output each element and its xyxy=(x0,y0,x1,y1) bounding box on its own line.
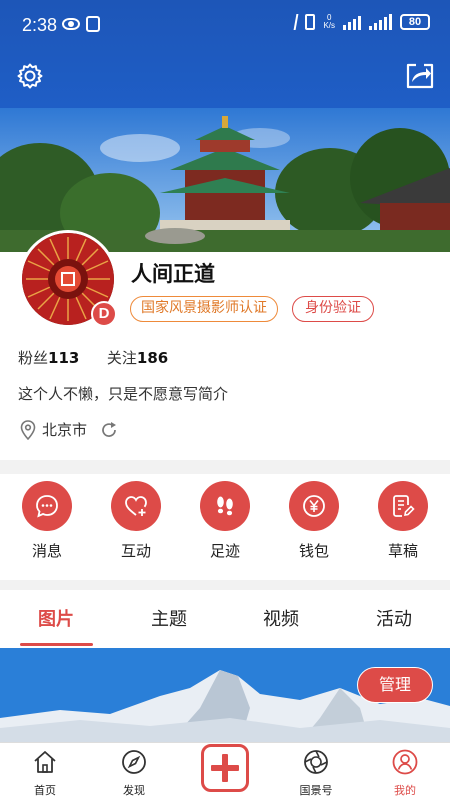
net-speed-unit: K/s xyxy=(323,21,335,30)
add-button[interactable] xyxy=(201,744,249,792)
following-label: 关注 xyxy=(106,349,137,367)
follow-stats: 粉丝113 关注186 xyxy=(18,347,168,368)
footprint-icon xyxy=(200,481,250,531)
profile-page: 2:38 0 K/s 80 D 人间正道 国家风景摄影师认证 身份验证 粉丝11… xyxy=(0,0,450,800)
identity-verify-button[interactable]: 身份验证 xyxy=(292,296,374,322)
tab-topics[interactable]: 主题 xyxy=(129,605,209,631)
yen-coin-icon xyxy=(289,481,339,531)
status-right: 0 K/s 80 xyxy=(286,14,430,30)
user-icon xyxy=(392,749,418,775)
tab-videos[interactable]: 视频 xyxy=(241,605,321,631)
location-pin-icon xyxy=(20,419,36,440)
net-speed: 0 K/s xyxy=(323,14,335,30)
action-draft[interactable]: 草稿 xyxy=(368,481,438,561)
nav-guojing[interactable]: 国景号 xyxy=(286,749,346,798)
section-divider xyxy=(0,460,450,474)
gear-icon[interactable] xyxy=(16,62,44,90)
tab-photos[interactable]: 图片 xyxy=(16,605,96,631)
compass-icon xyxy=(122,750,146,774)
action-footprint[interactable]: 足迹 xyxy=(190,481,260,561)
signal-icon xyxy=(343,14,361,30)
status-bar: 2:38 0 K/s 80 xyxy=(0,0,450,50)
status-time: 2:38 xyxy=(22,15,58,35)
battery-icon: 80 xyxy=(400,14,430,30)
nav-label: 首页 xyxy=(34,784,56,797)
user-name: 人间正道 xyxy=(131,262,215,286)
message-icon xyxy=(22,481,72,531)
action-label: 草稿 xyxy=(387,542,418,560)
following-stat[interactable]: 关注186 xyxy=(107,349,168,367)
nfc-icon xyxy=(86,16,100,32)
heart-plus-icon xyxy=(111,481,161,531)
nav-mine[interactable]: 我的 xyxy=(375,749,435,798)
action-interact[interactable]: 互动 xyxy=(101,481,171,561)
action-label: 消息 xyxy=(31,542,62,560)
tab-active-indicator xyxy=(20,643,93,646)
add-icon xyxy=(211,754,239,782)
action-message[interactable]: 消息 xyxy=(12,481,82,561)
nav-label: 我的 xyxy=(394,784,416,797)
action-label: 钱包 xyxy=(298,542,329,560)
avatar-badge: D xyxy=(91,301,117,327)
bluetooth-icon xyxy=(286,14,299,30)
certification-badge[interactable]: 国家风景摄影师认证 xyxy=(130,296,278,322)
location: 北京市 xyxy=(20,419,119,440)
bio: 这个人不懒，只是不愿意写简介 xyxy=(18,385,229,403)
action-row: 消息 互动 足迹 钱包 草稿 xyxy=(0,474,450,580)
refresh-icon[interactable] xyxy=(99,420,119,440)
nav-home[interactable]: 首页 xyxy=(15,749,75,798)
header: 2:38 0 K/s 80 xyxy=(0,0,450,108)
vibrate-icon xyxy=(305,14,316,30)
section-divider-2 xyxy=(0,580,450,590)
nav-discover[interactable]: 发现 xyxy=(104,749,164,798)
nav-label: 国景号 xyxy=(299,784,333,797)
aperture-icon xyxy=(304,750,328,774)
followers-stat[interactable]: 粉丝113 xyxy=(18,349,79,367)
manage-button[interactable]: 管理 xyxy=(357,667,433,703)
signal-icon-2 xyxy=(369,14,392,30)
action-label: 互动 xyxy=(120,542,151,560)
tab-events[interactable]: 活动 xyxy=(354,605,434,631)
followers-label: 粉丝 xyxy=(18,349,49,367)
location-text: 北京市 xyxy=(42,421,88,439)
nav-label: 发现 xyxy=(123,784,145,797)
action-label: 足迹 xyxy=(209,542,240,560)
eye-icon xyxy=(62,18,80,30)
draft-icon xyxy=(378,481,428,531)
following-count: 186 xyxy=(136,349,169,367)
content-tabs: 图片 主题 视频 活动 xyxy=(0,590,450,648)
home-icon xyxy=(34,751,56,773)
followers-count: 113 xyxy=(48,349,80,367)
share-icon[interactable] xyxy=(406,62,434,90)
action-wallet[interactable]: 钱包 xyxy=(279,481,349,561)
